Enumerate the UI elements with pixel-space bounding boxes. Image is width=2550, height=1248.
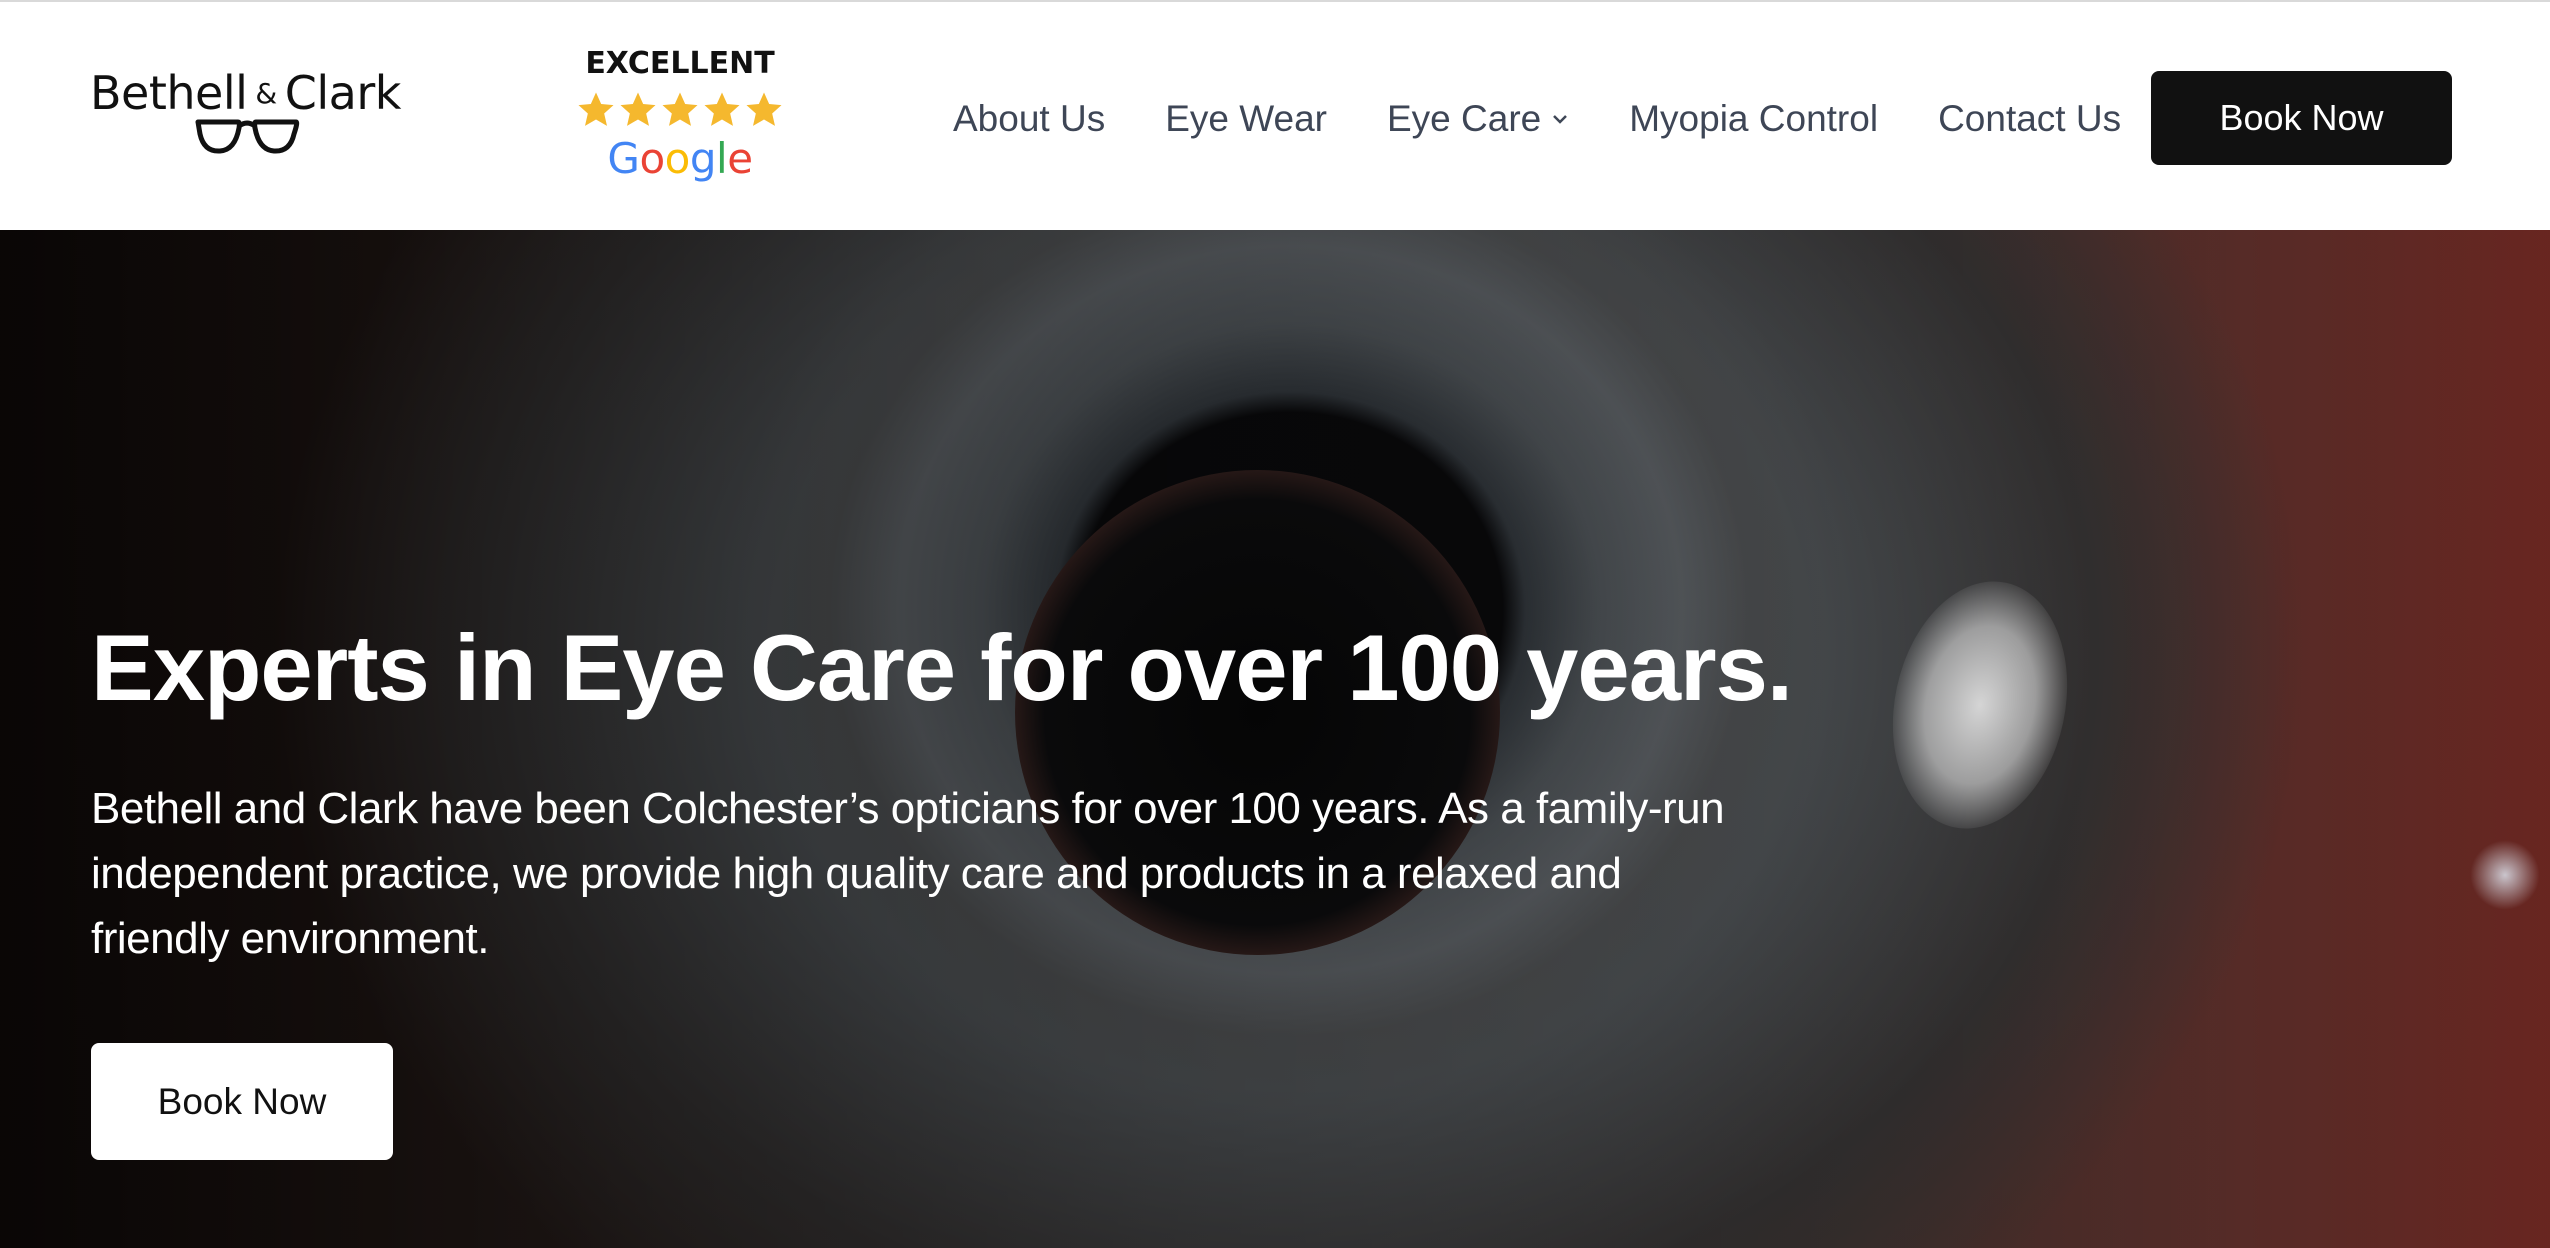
rating-stars — [576, 90, 784, 130]
logo-wordmark: Bethell & Clark — [90, 66, 401, 120]
google-letter: o — [664, 134, 691, 183]
site-header: Bethell & Clark EXCELLENT Google About Us … — [0, 0, 2550, 230]
chevron-down-icon — [1553, 115, 1568, 124]
glasses-icon — [195, 119, 300, 154]
rating-label: EXCELLENT — [585, 46, 775, 81]
google-letter: o — [639, 134, 665, 183]
nav-contact-us[interactable]: Contact Us — [1938, 98, 2121, 140]
star-icon — [704, 92, 740, 126]
nav-eye-care[interactable]: Eye Care — [1387, 98, 1569, 140]
main-navigation: About Us Eye Wear Eye Care Myopia Contro… — [953, 94, 2121, 144]
nav-myopia-control[interactable]: Myopia Control — [1629, 98, 1878, 140]
google-rating-badge[interactable]: EXCELLENT Google — [566, 46, 794, 196]
nav-about-us[interactable]: About Us — [953, 98, 1105, 140]
google-letter: e — [727, 134, 753, 183]
logo-name-left: Bethell — [90, 66, 248, 120]
hero-book-now-button[interactable]: Book Now — [91, 1043, 393, 1160]
star-icon — [662, 92, 698, 126]
google-logo-text: Google — [566, 134, 794, 183]
logo-ampersand: & — [255, 77, 277, 110]
hero-section: Experts in Eye Care for over 100 years. … — [0, 230, 2550, 1248]
star-icon — [578, 92, 614, 126]
nav-eye-wear[interactable]: Eye Wear — [1165, 98, 1327, 140]
eye-glint-image — [2470, 840, 2540, 910]
hero-title: Experts in Eye Care for over 100 years. — [91, 615, 1793, 720]
nav-eye-care-label: Eye Care — [1386, 98, 1542, 139]
google-letter: l — [716, 134, 728, 183]
google-letter: g — [689, 134, 717, 183]
bethell-clark-logo[interactable]: Bethell & Clark — [90, 62, 410, 162]
header-book-now-button[interactable]: Book Now — [2151, 71, 2452, 165]
logo-name-right: Clark — [284, 66, 402, 120]
hero-description: Bethell and Clark have been Colchester’s… — [91, 784, 1725, 963]
star-icon — [746, 92, 782, 126]
google-letter: G — [607, 134, 640, 183]
star-icon — [620, 92, 656, 126]
